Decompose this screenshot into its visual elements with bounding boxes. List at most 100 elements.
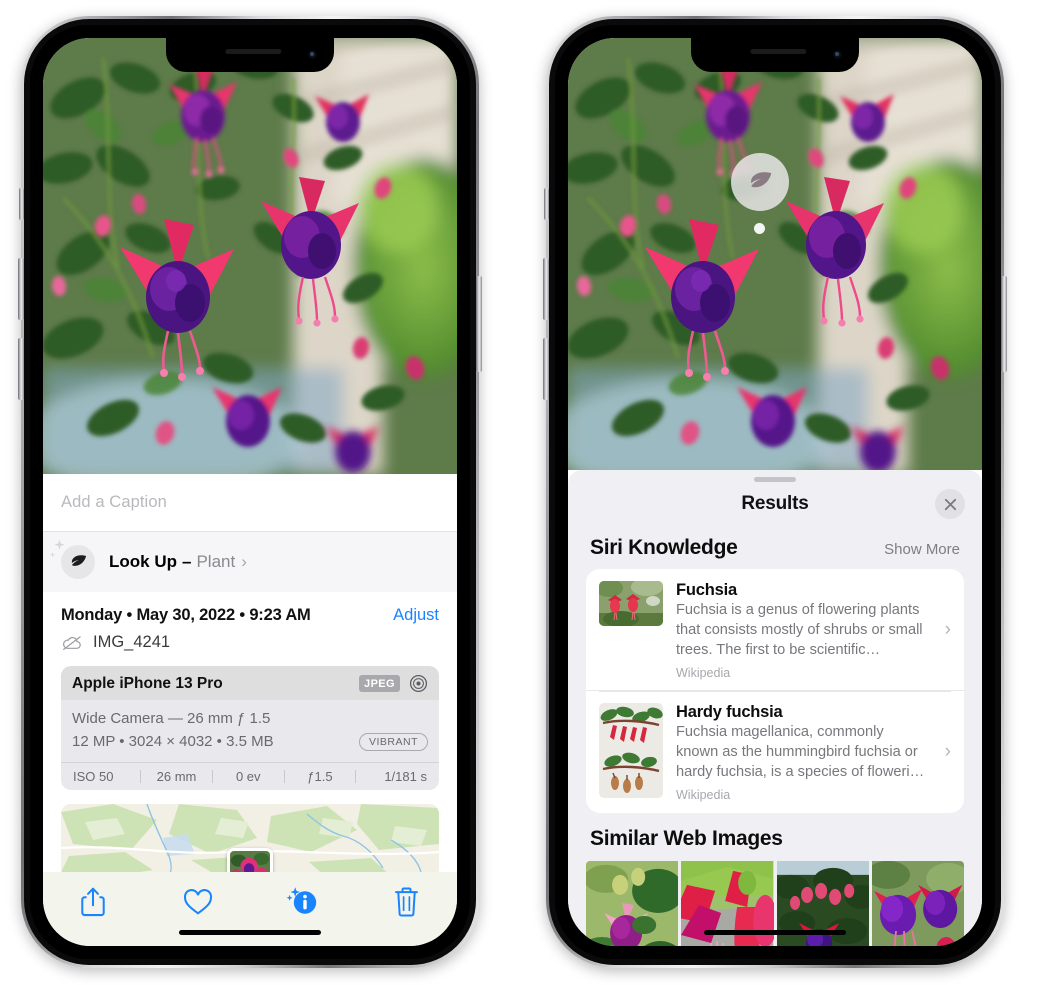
chevron-right-icon: ›: [944, 740, 951, 762]
knowledge-description: Fuchsia magellanica, commonly known as t…: [676, 724, 925, 780]
fuchsia-photo: [568, 38, 982, 470]
knowledge-title: Hardy fuchsia: [676, 703, 783, 722]
info-sparkle-icon: [286, 887, 317, 914]
location-map[interactable]: [61, 803, 439, 878]
front-camera-icon: [833, 50, 842, 59]
web-image-1[interactable]: [586, 860, 679, 946]
stat-shutter: 1/181 s: [384, 768, 427, 784]
caption-input[interactable]: Add a Caption: [61, 493, 167, 512]
phone-screen-left: Add a Caption Look Up – Plant › Monday •…: [43, 38, 457, 946]
photo-metadata: Monday • May 30, 2022 • 9:23 AM Adjust I…: [43, 592, 457, 652]
web-image-4[interactable]: [871, 860, 964, 946]
web-image-1-graphic: [586, 860, 679, 946]
earpiece-speaker: [225, 49, 282, 54]
knowledge-description: Fuchsia is a genus of flowering plants t…: [676, 602, 923, 658]
iphone-left: Add a Caption Look Up – Plant › Monday •…: [18, 16, 482, 968]
knowledge-text: Fuchsia Fuchsia is a genus of flowering …: [663, 581, 951, 680]
knowledge-item[interactable]: Hardy fuchsia Fuchsia magellanica, commo…: [586, 690, 964, 813]
hardy-fuchsia-thumb: [599, 703, 663, 799]
volume-down-button[interactable]: [18, 338, 24, 400]
icloud-slash-icon: [63, 635, 81, 650]
sparkle-small-icon: [49, 551, 56, 558]
look-up-title: Look Up: [109, 552, 177, 571]
notch: [691, 38, 859, 72]
photo-viewer[interactable]: [43, 38, 457, 474]
file-row: IMG_4241: [61, 633, 439, 652]
power-button[interactable]: [1001, 276, 1007, 372]
trash-icon: [395, 887, 419, 917]
front-camera-icon: [308, 50, 317, 59]
leaf-icon: [750, 171, 771, 187]
visual-lookup-anchor-dot: [754, 223, 765, 234]
volume-down-button[interactable]: [543, 338, 549, 400]
notch: [166, 38, 334, 72]
home-indicator[interactable]: [704, 930, 846, 935]
volume-up-button[interactable]: [18, 258, 24, 320]
fuchsia-thumb-image: [599, 581, 663, 626]
knowledge-text: Hardy fuchsia Fuchsia magellanica, commo…: [663, 703, 951, 802]
iphone-right: Results Siri Knowledge Show More Fuchsia…: [543, 16, 1007, 968]
photo-info-sheet: Add a Caption Look Up – Plant › Monday •…: [43, 474, 457, 946]
section-title: Similar Web Images: [590, 826, 783, 850]
sparkle-icon: [54, 539, 65, 550]
look-up-label: Look Up – Plant ›: [109, 552, 247, 572]
format-badge: JPEG: [359, 675, 400, 692]
earpiece-speaker: [750, 49, 807, 54]
visual-lookup-results-sheet: Results Siri Knowledge Show More Fuchsia…: [568, 470, 982, 946]
size-info: 12 MP • 3024 × 4032 • 3.5 MB: [72, 733, 274, 751]
phone-screen-right: Results Siri Knowledge Show More Fuchsia…: [568, 38, 982, 946]
look-up-dash: –: [182, 552, 192, 571]
exif-stats: ISO 50 26 mm 0 ev ƒ1.5 1/181 s: [61, 761, 439, 790]
silence-switch[interactable]: [544, 188, 549, 220]
exif-header: Apple iPhone 13 Pro JPEG: [61, 666, 439, 700]
aperture-icon: [409, 674, 428, 693]
look-up-row[interactable]: Look Up – Plant ›: [43, 532, 457, 592]
exif-details: Wide Camera — 26 mm ƒ 1.5 12 MP • 3024 ×…: [61, 700, 439, 762]
knowledge-source: Wikipedia: [676, 665, 731, 680]
stat-aperture: ƒ1.5: [307, 768, 333, 784]
knowledge-source: Wikipedia: [676, 787, 731, 802]
power-button[interactable]: [476, 276, 482, 372]
section-title: Siri Knowledge: [590, 536, 738, 559]
favorite-button[interactable]: [178, 882, 218, 922]
siri-knowledge-card: Fuchsia Fuchsia is a genus of flowering …: [586, 569, 964, 813]
share-icon: [81, 887, 105, 917]
chevron-right-icon: ›: [241, 552, 247, 571]
caption-input-row[interactable]: Add a Caption: [43, 474, 457, 532]
close-icon: [944, 498, 956, 510]
siri-knowledge-header: Siri Knowledge Show More: [568, 526, 982, 569]
camera-device: Apple iPhone 13 Pro: [72, 674, 223, 692]
show-more-button[interactable]: Show More: [884, 541, 960, 558]
delete-button[interactable]: [387, 882, 427, 922]
file-name: IMG_4241: [93, 633, 171, 651]
stat-focal: 26 mm: [156, 768, 197, 784]
size-row: 12 MP • 3024 × 4032 • 3.5 MB VIBRANT: [72, 730, 428, 753]
silence-switch[interactable]: [19, 188, 24, 220]
stat-ev: 0 ev: [235, 768, 261, 784]
home-indicator[interactable]: [179, 930, 321, 935]
info-button[interactable]: [282, 882, 322, 922]
share-button[interactable]: [73, 882, 113, 922]
stat-iso: ISO 50: [73, 768, 114, 784]
results-title: Results: [741, 493, 809, 514]
screenshot-stage: Add a Caption Look Up – Plant › Monday •…: [0, 0, 1055, 985]
visual-lookup-badge[interactable]: [731, 153, 789, 211]
fuchsia-thumb: [599, 581, 663, 626]
knowledge-title: Fuchsia: [676, 581, 737, 599]
exif-header-right: JPEG: [359, 674, 428, 693]
date-row: Monday • May 30, 2022 • 9:23 AM Adjust: [61, 606, 439, 625]
chevron-right-icon: ›: [944, 618, 951, 640]
close-button[interactable]: [935, 489, 965, 519]
photo-viewer[interactable]: [568, 38, 982, 470]
similar-web-images-header: Similar Web Images: [568, 813, 982, 859]
photo-style-badge: VIBRANT: [358, 732, 428, 751]
look-up-kind: Plant: [196, 552, 236, 571]
hardy-fuchsia-thumb-image: [599, 703, 663, 799]
exif-card[interactable]: Apple iPhone 13 Pro JPEG Wide Camera — 2…: [61, 666, 439, 790]
web-image-4-graphic: [871, 860, 964, 946]
adjust-button[interactable]: Adjust: [393, 606, 439, 625]
volume-up-button[interactable]: [543, 258, 549, 320]
knowledge-item[interactable]: Fuchsia Fuchsia is a genus of flowering …: [586, 569, 964, 691]
lens-info: Wide Camera — 26 mm ƒ 1.5: [72, 710, 271, 727]
heart-icon: [183, 888, 212, 915]
